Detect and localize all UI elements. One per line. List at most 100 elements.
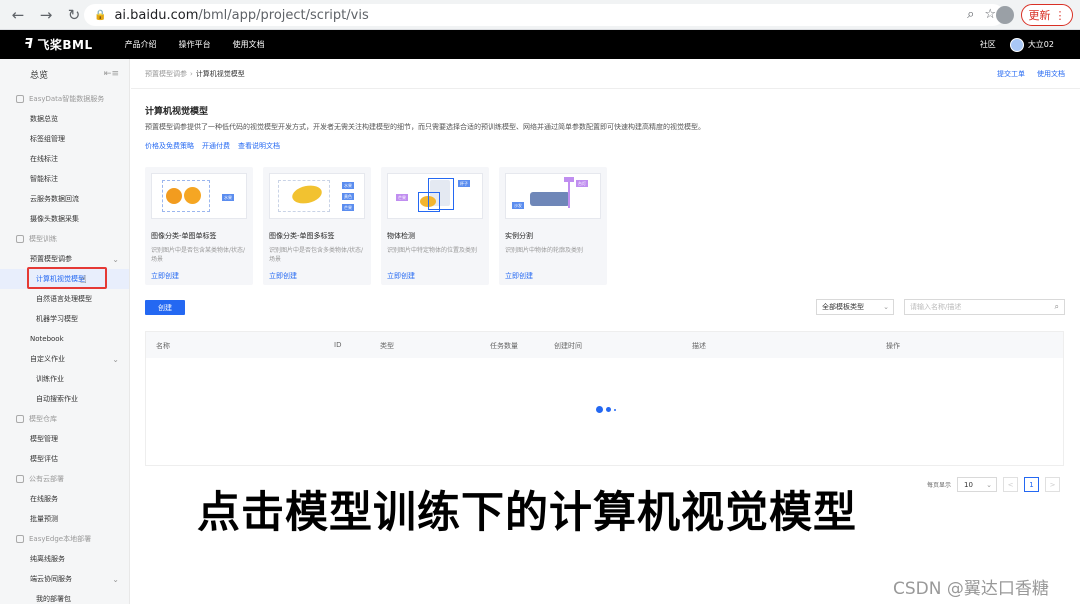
jobs-table: 名称 ID 类型 任务数量 创建时间 描述 操作 [145, 331, 1064, 466]
hand-cursor-icon: ☝ [80, 273, 87, 286]
sidebar-item-edge-cloud[interactable]: 端云协同服务 ⌄ [0, 569, 129, 589]
sidebar-item-cloud-reflow[interactable]: 云服务数据回流 [0, 189, 129, 209]
sidebar-group-easydata: EasyData智能数据服务 [0, 89, 129, 109]
sidebar-group-training: 模型训练 [0, 229, 129, 249]
sidebar-item-preset-tuning[interactable]: 预置模型调参 ⌄ [0, 249, 129, 269]
col-created: 创建时间 [554, 342, 582, 350]
chevron-down-icon: ⌄ [112, 574, 119, 584]
bml-logo[interactable]: ꟻ 飞桨BML [24, 36, 93, 53]
app-header: ꟻ 飞桨BML 产品介绍 操作平台 使用文档 社区 大立02 [0, 30, 1080, 59]
address-bar[interactable]: 🔒 ai.baidu.com /bml/app/project/script/v… [84, 4, 1004, 26]
card-object-detection[interactable]: 芒果 杯子 物体检测 识别图片中特定物体的位置及类别 立即创建 [381, 167, 489, 285]
sidebar-item-custom-job[interactable]: 自定义作业 ⌄ [0, 349, 129, 369]
zoom-icon[interactable]: ⌕ [967, 7, 974, 22]
bookmark-star-icon[interactable]: ☆ [984, 7, 996, 22]
topnav-product[interactable]: 产品介绍 [125, 39, 157, 50]
table-header: 名称 ID 类型 任务数量 创建时间 描述 操作 [146, 332, 1063, 358]
tutorial-caption: 点击模型训练下的计算机视觉模型 [197, 488, 857, 538]
view-docs-link[interactable]: 查看说明文档 [238, 141, 280, 151]
database-icon [16, 95, 24, 103]
breadcrumb: 预置模型调参 › 计算机视觉模型 提交工单 使用文档 [131, 59, 1080, 89]
community-link[interactable]: 社区 [980, 39, 996, 50]
page-size-select[interactable]: 10 ⌄ [957, 477, 998, 492]
sidebar-item-my-packages[interactable]: 我的部署包 [0, 589, 129, 609]
sidebar-item-auto-search-job[interactable]: 自动搜索作业 [0, 389, 129, 409]
sidebar-item-smart-labeling[interactable]: 智能标注 [0, 169, 129, 189]
back-icon[interactable]: ← [6, 3, 30, 27]
lock-icon: 🔒 [94, 9, 107, 21]
sofa-illustration: 沙发 台灯 [505, 173, 601, 219]
cloud-icon [16, 475, 24, 483]
sidebar-item-offline-service[interactable]: 纯离线服务 [0, 549, 129, 569]
sidebar-item-online-service[interactable]: 在线服务 [0, 489, 129, 509]
sidebar-item-label-groups[interactable]: 标签组管理 [0, 129, 129, 149]
topnav-docs[interactable]: 使用文档 [233, 39, 265, 50]
page-description: 预置模型调参提供了一种低代码的视觉模型开发方式，开发者无需关注构建模型的细节，而… [145, 123, 705, 131]
sidebar-item-batch-predict[interactable]: 批量预测 [0, 509, 129, 529]
forward-icon[interactable]: → [34, 3, 58, 27]
chevron-down-icon: ⌄ [986, 480, 993, 489]
card-image-classification-multi[interactable]: 水果 黄色 芒果 图像分类-单图多标签 识别图片中是否包含多类物体/状态/场景 … [263, 167, 371, 285]
col-type: 类型 [380, 342, 394, 350]
url-host: ai.baidu.com [114, 7, 199, 23]
template-cards: 水果 图像分类-单图单标签 识别图片中是否包含某类物体/状态/场景 立即创建 水… [145, 167, 607, 285]
sidebar-item-model-manage[interactable]: 模型管理 [0, 429, 129, 449]
repository-icon [16, 415, 24, 423]
loading-spinner [596, 406, 616, 413]
highlight-box [27, 267, 107, 289]
activate-payment-link[interactable]: 开通付费 [202, 141, 230, 151]
search-input[interactable]: 请输入名称/描述 ⌕ [904, 299, 1065, 315]
next-page-button[interactable]: > [1045, 477, 1061, 492]
card-image-classification-single[interactable]: 水果 图像分类-单图单标签 识别图片中是否包含某类物体/状态/场景 立即创建 [145, 167, 253, 285]
docs-link[interactable]: 使用文档 [1037, 69, 1065, 79]
create-button[interactable]: 创建 [145, 300, 185, 315]
col-task-count: 任务数量 [490, 342, 518, 350]
sidebar-item-model-eval[interactable]: 模型评估 [0, 449, 129, 469]
chevron-down-icon: ⌄ [883, 303, 889, 311]
reload-icon[interactable]: ↻ [62, 3, 86, 27]
user-menu[interactable]: 大立02 [1009, 37, 1054, 52]
profile-avatar[interactable] [996, 6, 1014, 24]
col-desc: 描述 [692, 342, 706, 350]
pricing-link[interactable]: 价格及免费策略 [145, 141, 194, 151]
avatar [1009, 37, 1024, 52]
cube-icon [16, 235, 24, 243]
sidebar-overview[interactable]: 总览 ⇤≡ [0, 59, 129, 89]
watermark: CSDN @翼达口香糖 [893, 579, 1049, 599]
update-button[interactable]: 更新 ⋮ [1021, 4, 1073, 26]
detection-illustration: 芒果 杯子 [387, 173, 483, 219]
sidebar: 总览 ⇤≡ EasyData智能数据服务 数据总览 标签组管理 在线标注 智能标… [0, 59, 130, 604]
page-size-label: 每页显示 [927, 482, 952, 489]
chevron-down-icon: ⌄ [112, 254, 119, 264]
sidebar-item-camera-collect[interactable]: 摄像头数据采集 [0, 209, 129, 229]
info-links: 价格及免费策略 开通付费 查看说明文档 [145, 141, 280, 151]
card-instance-segmentation[interactable]: 沙发 台灯 实例分割 识别图片中物体的轮廓及类别 立即创建 [499, 167, 607, 285]
search-icon[interactable]: ⌕ [1055, 302, 1059, 312]
col-name: 名称 [156, 342, 170, 350]
topnav-platform[interactable]: 操作平台 [179, 39, 211, 50]
col-actions: 操作 [886, 342, 900, 350]
pagination: 每页显示 10 ⌄ < 1 > [927, 477, 1061, 492]
create-now-link[interactable]: 立即创建 [387, 271, 415, 281]
mango-illustration: 水果 黄色 芒果 [269, 173, 365, 219]
sidebar-item-training-job[interactable]: 训练作业 [0, 369, 129, 389]
sidebar-group-cloud-deploy: 公有云部署 [0, 469, 129, 489]
kebab-menu-icon: ⋮ [1054, 8, 1066, 22]
create-now-link[interactable]: 立即创建 [269, 271, 297, 281]
sidebar-item-nlp-model[interactable]: 自然语言处理模型 [0, 289, 129, 309]
collapse-sidebar-icon[interactable]: ⇤≡ [104, 69, 119, 79]
sidebar-item-notebook[interactable]: Notebook [0, 329, 129, 349]
create-now-link[interactable]: 立即创建 [505, 271, 533, 281]
sidebar-group-model-repo: 模型仓库 [0, 409, 129, 429]
sidebar-item-ml-model[interactable]: 机器学习模型 [0, 309, 129, 329]
prev-page-button[interactable]: < [1003, 477, 1019, 492]
page-button-current[interactable]: 1 [1024, 477, 1040, 492]
sidebar-item-online-labeling[interactable]: 在线标注 [0, 149, 129, 169]
breadcrumb-parent[interactable]: 预置模型调参 [145, 69, 187, 79]
sidebar-item-data-overview[interactable]: 数据总览 [0, 109, 129, 129]
breadcrumb-current: 计算机视觉模型 [195, 69, 245, 78]
create-now-link[interactable]: 立即创建 [151, 271, 179, 281]
oranges-illustration: 水果 [151, 173, 247, 219]
template-type-select[interactable]: 全部模板类型 ⌄ [816, 299, 894, 315]
submit-ticket-link[interactable]: 提交工单 [997, 69, 1025, 79]
